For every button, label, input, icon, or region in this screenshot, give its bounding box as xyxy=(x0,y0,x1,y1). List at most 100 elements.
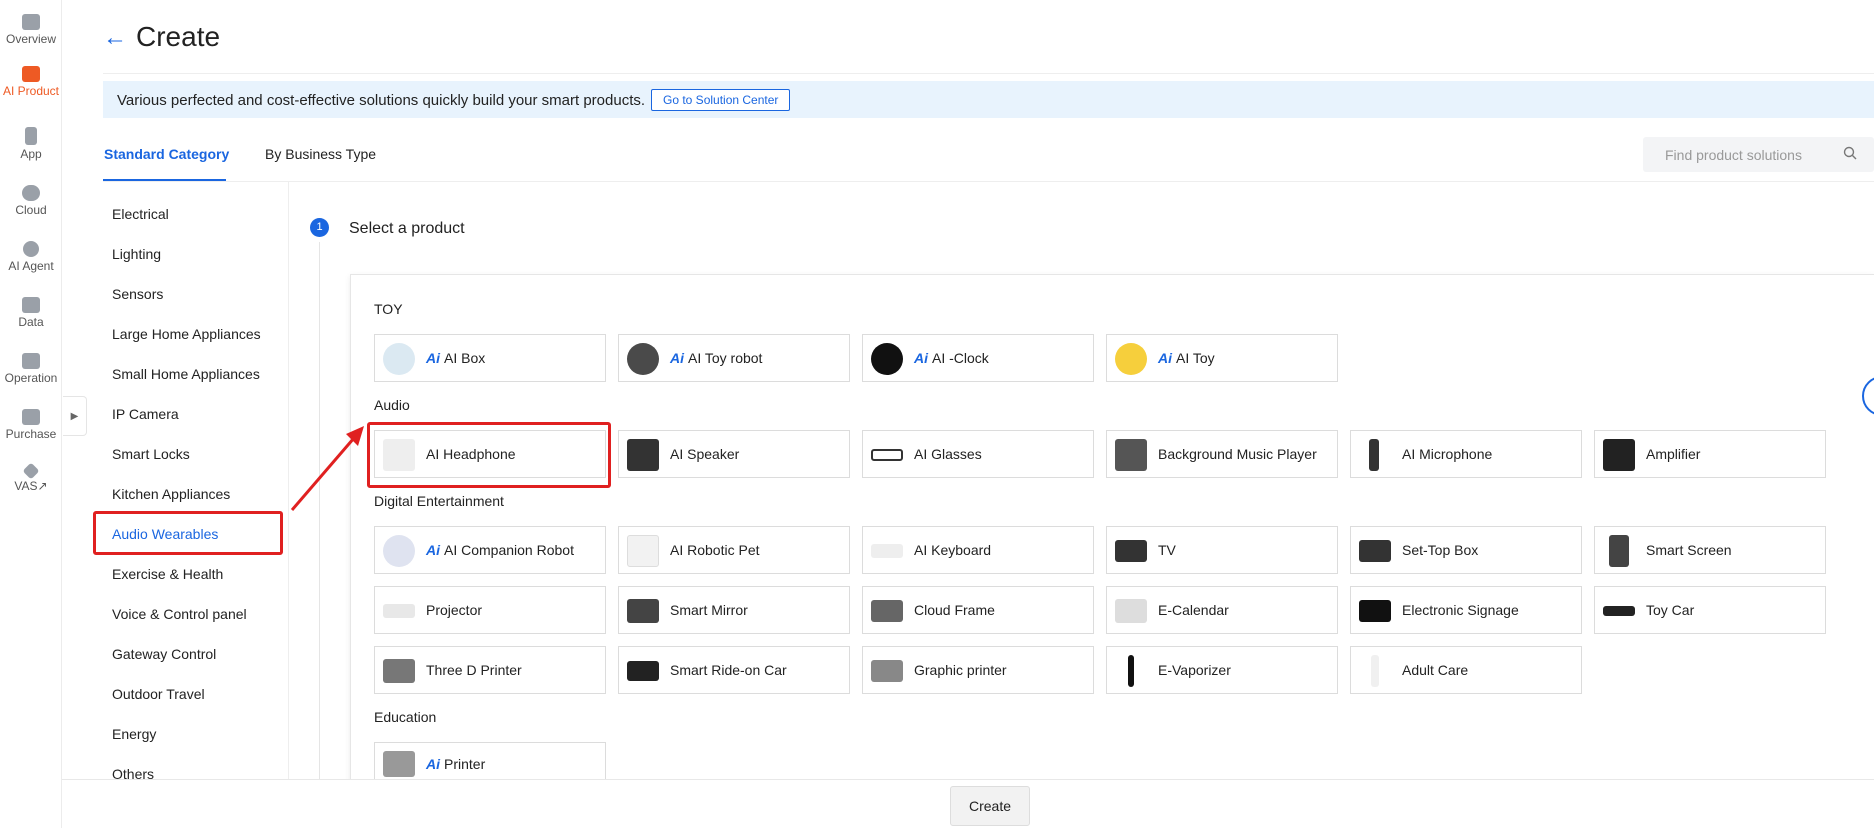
product-card[interactable]: Ai AI Companion Robot xyxy=(374,526,606,574)
product-card[interactable]: Ai Printer xyxy=(374,742,606,782)
product-card[interactable]: Set-Top Box xyxy=(1350,526,1582,574)
product-card[interactable]: Ai AI Box xyxy=(374,334,606,382)
speaker-thumb xyxy=(627,439,659,471)
product-card[interactable]: AI Keyboard xyxy=(862,526,1094,574)
product-label: AI Keyboard xyxy=(914,542,992,558)
product-card[interactable]: E-Calendar xyxy=(1106,586,1338,634)
divider xyxy=(103,181,1874,182)
bookmark-icon xyxy=(22,353,40,369)
product-card[interactable]: Projector xyxy=(374,586,606,634)
product-card[interactable]: Adult Care xyxy=(1350,646,1582,694)
category-item[interactable]: Lighting xyxy=(112,246,161,262)
collapse-sidebar-button[interactable]: ▶ xyxy=(63,396,87,436)
rail-item-vas[interactable]: VAS↗ xyxy=(0,462,62,493)
product-label: AI Speaker xyxy=(670,446,740,462)
product-card[interactable]: Toy Car xyxy=(1594,586,1826,634)
product-card[interactable]: Amplifier xyxy=(1594,430,1826,478)
product-card[interactable]: Smart Screen xyxy=(1594,526,1826,574)
info-banner: Various perfected and cost-effective sol… xyxy=(103,81,1874,118)
rail-item-app[interactable]: App xyxy=(0,127,62,161)
rail-label: Overview xyxy=(5,32,56,46)
category-item[interactable]: Exercise & Health xyxy=(112,566,223,582)
product-card[interactable]: Smart Mirror xyxy=(618,586,850,634)
phone-icon xyxy=(25,127,37,145)
back-arrow-icon[interactable]: ← xyxy=(103,24,127,52)
set-top-box-thumb xyxy=(1359,540,1391,562)
category-item[interactable]: Electrical xyxy=(112,206,169,222)
product-label: Projector xyxy=(426,602,483,618)
rail-label: Cloud xyxy=(15,203,47,217)
category-item[interactable]: Sensors xyxy=(112,286,163,302)
printer-thumb xyxy=(383,751,415,777)
category-item[interactable]: Large Home Appliances xyxy=(112,326,261,342)
go-to-solution-center-button[interactable]: Go to Solution Center xyxy=(651,89,791,111)
product-card[interactable]: Ai AI Toy xyxy=(1106,334,1338,382)
companion-robot-thumb xyxy=(383,535,415,567)
cloud-frame-thumb xyxy=(871,600,903,622)
category-item[interactable]: Voice & Control panel xyxy=(112,606,247,622)
product-card[interactable]: Electronic Signage xyxy=(1350,586,1582,634)
product-label: AI Toy xyxy=(1176,350,1215,366)
product-label: Three D Printer xyxy=(426,662,522,678)
search-icon[interactable] xyxy=(1843,146,1857,160)
section-label-toy: TOY xyxy=(374,301,403,317)
category-item[interactable]: Kitchen Appliances xyxy=(112,486,230,502)
ride-on-car-thumb xyxy=(627,661,659,681)
agent-icon xyxy=(23,241,39,257)
rail-item-operation[interactable]: Operation xyxy=(0,353,62,385)
category-highlight-box xyxy=(93,511,283,555)
product-highlight-box xyxy=(367,422,611,488)
duck-toy-thumb xyxy=(1115,343,1147,375)
ai-badge-icon: Ai xyxy=(670,350,684,366)
search-box[interactable]: Find product solutions xyxy=(1643,137,1874,172)
rail-item-overview[interactable]: Overview xyxy=(0,14,62,46)
product-label: Smart Screen xyxy=(1646,542,1732,558)
rail-label: Data xyxy=(18,315,44,329)
rail-item-ai-product[interactable]: AI Product xyxy=(0,66,62,98)
create-button[interactable]: Create xyxy=(950,786,1030,826)
rail-item-data[interactable]: Data xyxy=(0,297,62,329)
category-item[interactable]: Outdoor Travel xyxy=(112,686,205,702)
category-item[interactable]: Smart Locks xyxy=(112,446,190,462)
product-card[interactable]: Background Music Player xyxy=(1106,430,1338,478)
rail-item-ai-agent[interactable]: AI Agent xyxy=(0,241,62,273)
product-card[interactable]: AI Speaker xyxy=(618,430,850,478)
category-item[interactable]: Gateway Control xyxy=(112,646,216,662)
category-item[interactable]: Small Home Appliances xyxy=(112,366,260,382)
product-card[interactable]: E-Vaporizer xyxy=(1106,646,1338,694)
smart-screen-thumb xyxy=(1609,535,1629,567)
chart-icon xyxy=(22,297,40,313)
search-input[interactable]: Find product solutions xyxy=(1665,147,1802,163)
category-item[interactable]: IP Camera xyxy=(112,406,179,422)
product-card[interactable]: Smart Ride-on Car xyxy=(618,646,850,694)
rail-label: Operation xyxy=(4,371,58,385)
toy-car-thumb xyxy=(1603,606,1635,616)
product-label: Printer xyxy=(444,756,486,772)
product-card[interactable]: Three D Printer xyxy=(374,646,606,694)
product-card[interactable]: Ai AI Toy robot xyxy=(618,334,850,382)
section-label-digital: Digital Entertainment xyxy=(374,493,504,509)
cart-icon xyxy=(22,409,40,425)
product-label: AI Glasses xyxy=(914,446,982,462)
product-card[interactable]: Cloud Frame xyxy=(862,586,1094,634)
product-card[interactable]: Graphic printer xyxy=(862,646,1094,694)
product-card[interactable]: AI Microphone xyxy=(1350,430,1582,478)
graphic-printer-thumb xyxy=(871,660,903,682)
tab-by-business-type[interactable]: By Business Type xyxy=(265,146,376,162)
rail-item-cloud[interactable]: Cloud xyxy=(0,185,62,217)
ai-badge-icon: Ai xyxy=(426,542,440,558)
rail-label: AI Agent xyxy=(8,259,54,273)
product-card[interactable]: AI Robotic Pet xyxy=(618,526,850,574)
product-card[interactable]: AI Glasses xyxy=(862,430,1094,478)
category-item[interactable]: Energy xyxy=(112,726,156,742)
3d-printer-thumb xyxy=(383,659,415,683)
tab-standard-category[interactable]: Standard Category xyxy=(104,146,229,162)
rail-item-purchase[interactable]: Purchase xyxy=(0,409,62,441)
product-label: AI Toy robot xyxy=(688,350,763,366)
e-vaporizer-thumb xyxy=(1128,655,1134,687)
product-card[interactable]: TV xyxy=(1106,526,1338,574)
smart-mirror-thumb xyxy=(627,599,659,623)
banner-text: Various perfected and cost-effective sol… xyxy=(117,92,646,109)
product-card[interactable]: Ai AI -Clock xyxy=(862,334,1094,382)
cloud-icon xyxy=(22,185,40,201)
